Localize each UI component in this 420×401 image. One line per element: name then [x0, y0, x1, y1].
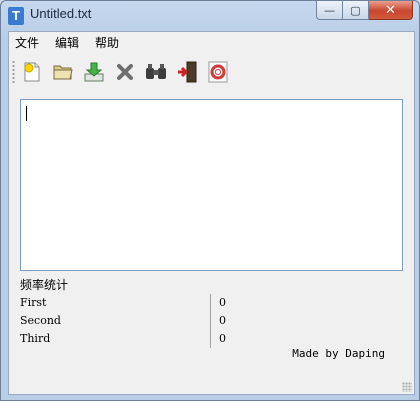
stat-value: 0 [219, 296, 226, 309]
stat-row-second: Second 0 [20, 312, 400, 330]
maximize-button[interactable]: ▢ [343, 1, 369, 20]
stat-divider [210, 294, 211, 312]
new-file-icon [24, 62, 40, 82]
credit-text: Made by Daping [292, 347, 385, 360]
toolbar-grip[interactable] [12, 60, 15, 84]
find-button[interactable] [144, 60, 168, 84]
window-title: Untitled.txt [30, 6, 92, 21]
menu-help[interactable]: 帮助 [87, 32, 127, 54]
resize-grip[interactable] [402, 382, 412, 392]
app-window: T Untitled.txt — ▢ ✕ 文件 编辑 帮助 频率统计 First… [0, 0, 420, 401]
stat-row-first: First 0 [20, 294, 400, 312]
new-file-button[interactable] [20, 60, 44, 84]
stat-label: First [20, 296, 47, 309]
close-button[interactable]: ✕ [369, 1, 413, 20]
help-button[interactable] [206, 60, 230, 84]
app-icon[interactable]: T [8, 7, 24, 25]
save-button[interactable] [82, 60, 106, 84]
minimize-button[interactable]: — [316, 1, 343, 20]
text-editor[interactable] [20, 99, 403, 271]
help-lifebuoy-icon [208, 61, 228, 83]
toolbar [9, 56, 414, 88]
stat-row-third: Third 0 [20, 330, 400, 348]
open-button[interactable] [51, 60, 75, 84]
delete-button[interactable] [113, 60, 137, 84]
menu-file[interactable]: 文件 [9, 32, 47, 54]
menu-edit[interactable]: 编辑 [47, 32, 87, 54]
delete-x-icon [117, 64, 133, 80]
menu-bar: 文件 编辑 帮助 [9, 32, 414, 54]
open-folder-icon [53, 65, 73, 80]
exit-door-icon [178, 61, 197, 83]
stat-label: Second [20, 314, 61, 327]
stat-divider [210, 312, 211, 330]
title-bar[interactable]: T Untitled.txt — ▢ ✕ [1, 1, 419, 31]
stat-value: 0 [219, 332, 226, 345]
save-download-icon [84, 62, 104, 82]
stat-value: 0 [219, 314, 226, 327]
stat-divider [210, 330, 211, 348]
caption-buttons: — ▢ ✕ [316, 1, 413, 21]
binoculars-find-icon [146, 64, 166, 79]
text-caret [26, 106, 27, 121]
stat-label: Third [20, 332, 51, 345]
exit-button[interactable] [175, 60, 199, 84]
client-area: 文件 编辑 帮助 频率统计 First 0 Second 0 Third 0 M… [8, 31, 415, 395]
stats-title: 频率统计 [20, 278, 69, 292]
